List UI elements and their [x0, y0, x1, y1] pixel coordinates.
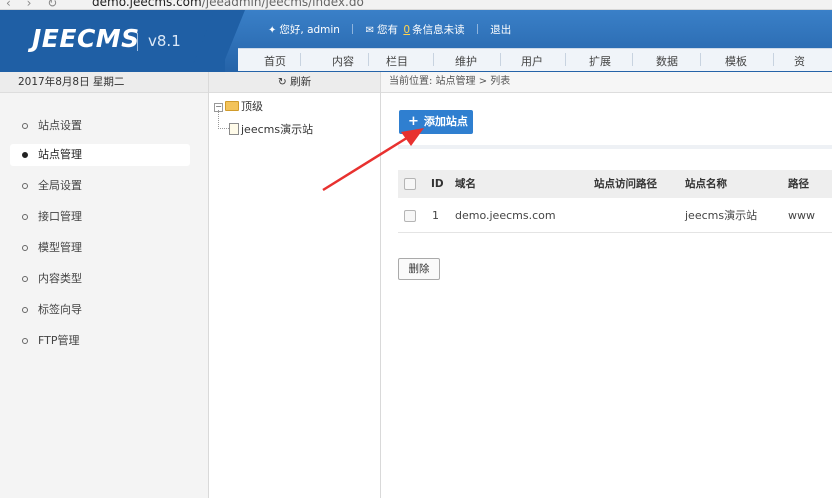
user-icon: ✦ [268, 25, 277, 36]
sidebar-item-site-settings[interactable]: 站点设置 [10, 115, 190, 137]
cell-domain: demo.jeecms.com [455, 209, 556, 222]
date-bar: 2017年8月8日 星期二 [0, 72, 208, 93]
divider [476, 24, 478, 34]
column-header-domain: 域名 [455, 178, 476, 190]
sidebar-item-ftp-management[interactable]: FTP管理 [10, 330, 190, 352]
section-divider [398, 145, 832, 149]
sidebar-item-tag-wizard[interactable]: 标签向导 [10, 299, 190, 321]
sidebar-item-model-management[interactable]: 模型管理 [10, 237, 190, 259]
cell-site-name: jeecms演示站 [685, 209, 758, 222]
bullet-icon [22, 275, 28, 282]
menu-item-resources[interactable]: 资 [794, 53, 805, 69]
table-row: 1 demo.jeecms.com jeecms演示站 www [398, 202, 832, 233]
delete-button[interactable]: 删除 [398, 258, 440, 280]
column-header-id: ID [431, 178, 444, 190]
plus-icon: + [408, 114, 419, 129]
bullet-icon [22, 213, 28, 220]
menu-divider [500, 53, 501, 66]
divider [352, 24, 354, 34]
bullet-icon [22, 337, 28, 344]
menu-item-users[interactable]: 用户 [521, 53, 543, 69]
select-all-checkbox[interactable] [404, 170, 416, 198]
app-header: JEECMS v8.1 ✦ 您好, admin ✉ 您有 0 条信息未读 退出 首页 … [0, 10, 832, 72]
sidebar-item-api-management[interactable]: 接口管理 [10, 206, 190, 228]
add-site-button[interactable]: + 添加站点 [399, 110, 473, 134]
url-host: demo.jeecms.com [92, 0, 202, 9]
logo-text: JEECMS [32, 24, 140, 53]
menu-divider [433, 53, 434, 66]
browser-url-bar: ‹ › ↻ demo.jeecms.com/jeeadmin/jeecms/in… [0, 0, 832, 10]
sidebar-item-label: 接口管理 [38, 210, 82, 223]
menu-item-home[interactable]: 首页 [264, 53, 286, 69]
bullet-icon [22, 122, 28, 129]
browser-nav-buttons[interactable]: ‹ › ↻ [6, 0, 63, 9]
add-site-label: 添加站点 [423, 115, 468, 128]
refresh-icon: ↻ [277, 76, 287, 88]
page-icon [229, 123, 239, 135]
user-bar: ✦ 您好, admin ✉ 您有 0 条信息未读 退出 [268, 22, 511, 37]
tree-node-label: 顶级 [241, 100, 263, 113]
left-sidebar: 2017年8月8日 星期二 站点设置 站点管理 全局设置 接口管理 模型管理 内… [0, 72, 209, 498]
tree-branch-line [218, 110, 229, 129]
menu-divider [700, 53, 701, 66]
tree-node-site[interactable]: jeecms演示站 [229, 121, 313, 137]
menu-item-extensions[interactable]: 扩展 [589, 53, 611, 69]
tree-node-label: jeecms演示站 [241, 123, 314, 136]
mail-icon: ✉ [365, 25, 375, 36]
refresh-label: 刷新 [290, 76, 312, 88]
menu-item-maintenance[interactable]: 维护 [455, 53, 477, 69]
sidebar-item-global-settings[interactable]: 全局设置 [10, 175, 190, 197]
bullet-icon [22, 182, 28, 189]
sidebar-item-label: 内容类型 [38, 272, 82, 285]
sidebar-item-label: 全局设置 [38, 179, 82, 192]
main-content: 当前位置: 站点管理 > 列表 + 添加站点 ID 域名 站点访问路径 站点名称 … [381, 72, 832, 498]
url-path: /jeeadmin/jeecms/index.do [201, 0, 364, 9]
column-header-access-path: 站点访问路径 [594, 178, 657, 190]
cell-id: 1 [432, 209, 439, 222]
logout-link[interactable]: 退出 [490, 22, 511, 37]
sidebar-item-content-types[interactable]: 内容类型 [10, 268, 190, 290]
refresh-bar[interactable]: ↻ 刷新 [209, 72, 380, 93]
bullet-icon [22, 244, 28, 251]
logo: JEECMS v8.1 [0, 10, 225, 72]
top-menu: 首页 内容 栏目 维护 用户 扩展 数据 模板 资 [238, 48, 832, 71]
menu-divider [632, 53, 633, 66]
messages-count[interactable]: 0 [403, 24, 410, 36]
menu-divider [368, 53, 369, 66]
sidebar-item-label: 标签向导 [38, 303, 82, 316]
address-bar[interactable]: demo.jeecms.com/jeeadmin/jeecms/index.do [92, 0, 364, 9]
menu-item-data[interactable]: 数据 [656, 53, 678, 69]
sidebar-item-label: 模型管理 [38, 241, 82, 254]
version-label: v8.1 [148, 32, 181, 50]
bullet-icon [22, 306, 28, 313]
menu-divider [773, 53, 774, 66]
sidebar-item-site-management[interactable]: 站点管理 [10, 144, 190, 166]
bullet-icon [22, 151, 28, 158]
sidebar-item-label: 站点设置 [38, 119, 82, 132]
logo-divider [137, 33, 138, 51]
breadcrumb: 当前位置: 站点管理 > 列表 [381, 72, 832, 93]
menu-divider [300, 53, 301, 66]
column-header-site-name: 站点名称 [685, 178, 727, 190]
row-checkbox[interactable] [404, 202, 416, 232]
menu-divider [565, 53, 566, 66]
checkbox-icon [404, 178, 416, 190]
table-header: ID 域名 站点访问路径 站点名称 路径 [398, 170, 832, 198]
column-header-path: 路径 [788, 178, 809, 190]
sidebar-item-label: 站点管理 [38, 148, 82, 161]
menu-item-content[interactable]: 内容 [332, 53, 354, 69]
sidebar-item-label: FTP管理 [38, 334, 80, 347]
site-tree-panel: ↻ 刷新 − 顶级 jeecms演示站 [209, 72, 381, 498]
messages-prefix: 您有 [377, 24, 399, 36]
greeting: 您好, admin [279, 24, 340, 36]
checkbox-icon [404, 210, 416, 222]
menu-item-channel[interactable]: 栏目 [386, 53, 408, 69]
cell-path: www [788, 209, 815, 222]
menu-item-templates[interactable]: 模板 [725, 53, 747, 69]
messages-suffix[interactable]: 条信息未读 [412, 22, 465, 37]
